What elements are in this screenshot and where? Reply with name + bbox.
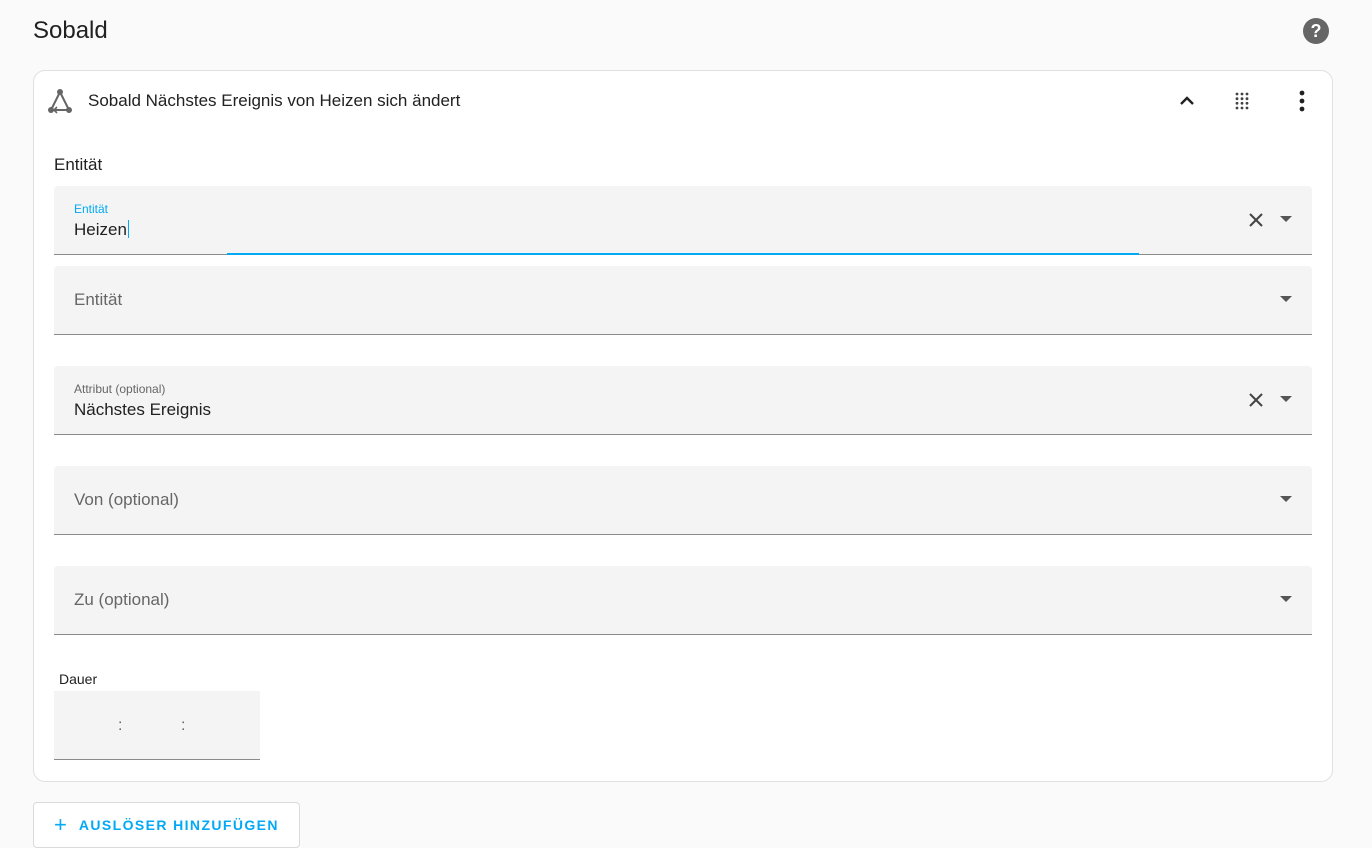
chevron-up-icon bbox=[1180, 96, 1194, 105]
duration-input[interactable]: : : bbox=[54, 691, 260, 760]
attribute-field[interactable]: Attribut (optional) Nächstes Ereignis bbox=[54, 366, 1312, 435]
overflow-menu-button[interactable] bbox=[1287, 86, 1317, 116]
to-field[interactable]: Zu (optional) bbox=[54, 566, 1312, 635]
duration-label: Dauer bbox=[59, 671, 98, 687]
attribute-field-label: Attribut (optional) bbox=[74, 382, 166, 396]
entity-field-text: Heizen bbox=[74, 220, 127, 239]
entity-field-label: Entität bbox=[74, 202, 109, 216]
help-icon[interactable]: ? bbox=[1303, 18, 1329, 44]
trigger-card: Sobald Nächstes Ereignis von Heizen sich… bbox=[33, 70, 1333, 782]
dropdown-arrow-icon[interactable] bbox=[1278, 391, 1294, 407]
trigger-title: Sobald Nächstes Ereignis von Heizen sich… bbox=[88, 91, 461, 110]
add-entity-placeholder: Entität bbox=[74, 290, 123, 309]
duration-separator: : bbox=[181, 717, 186, 734]
add-trigger-label: AUSLÖSER HINZUFÜGEN bbox=[78, 817, 279, 833]
state-trigger-icon bbox=[48, 89, 72, 114]
from-field-placeholder: Von (optional) bbox=[74, 490, 179, 509]
entity-section-label: Entität bbox=[54, 155, 103, 174]
page-title: Sobald bbox=[33, 17, 108, 44]
duration-separator: : bbox=[118, 717, 123, 734]
to-field-placeholder: Zu (optional) bbox=[74, 590, 170, 609]
drag-handle-icon bbox=[1235, 92, 1249, 110]
dropdown-arrow-icon[interactable] bbox=[1278, 591, 1294, 607]
dropdown-arrow-icon[interactable] bbox=[1278, 291, 1294, 307]
dropdown-arrow-icon[interactable] bbox=[1278, 211, 1294, 227]
from-field[interactable]: Von (optional) bbox=[54, 466, 1312, 535]
entity-field[interactable]: Entität Heizen bbox=[54, 186, 1312, 255]
dots-vertical-icon bbox=[1299, 90, 1305, 112]
add-entity-field[interactable]: Entität bbox=[54, 266, 1312, 335]
entity-field-value[interactable]: Heizen bbox=[74, 220, 129, 240]
drag-handle-button[interactable] bbox=[1227, 86, 1257, 116]
clear-icon[interactable] bbox=[1246, 210, 1266, 230]
page-header: Sobald ? bbox=[33, 14, 1333, 54]
clear-icon[interactable] bbox=[1246, 390, 1266, 410]
plus-icon: + bbox=[54, 812, 67, 837]
add-trigger-button[interactable]: + AUSLÖSER HINZUFÜGEN bbox=[33, 802, 300, 848]
collapse-button[interactable] bbox=[1172, 86, 1202, 116]
trigger-card-header[interactable]: Sobald Nächstes Ereignis von Heizen sich… bbox=[34, 71, 1332, 131]
focus-underline bbox=[227, 253, 1139, 255]
text-caret bbox=[127, 220, 129, 238]
attribute-field-value: Nächstes Ereignis bbox=[74, 400, 212, 419]
dropdown-arrow-icon[interactable] bbox=[1278, 491, 1294, 507]
